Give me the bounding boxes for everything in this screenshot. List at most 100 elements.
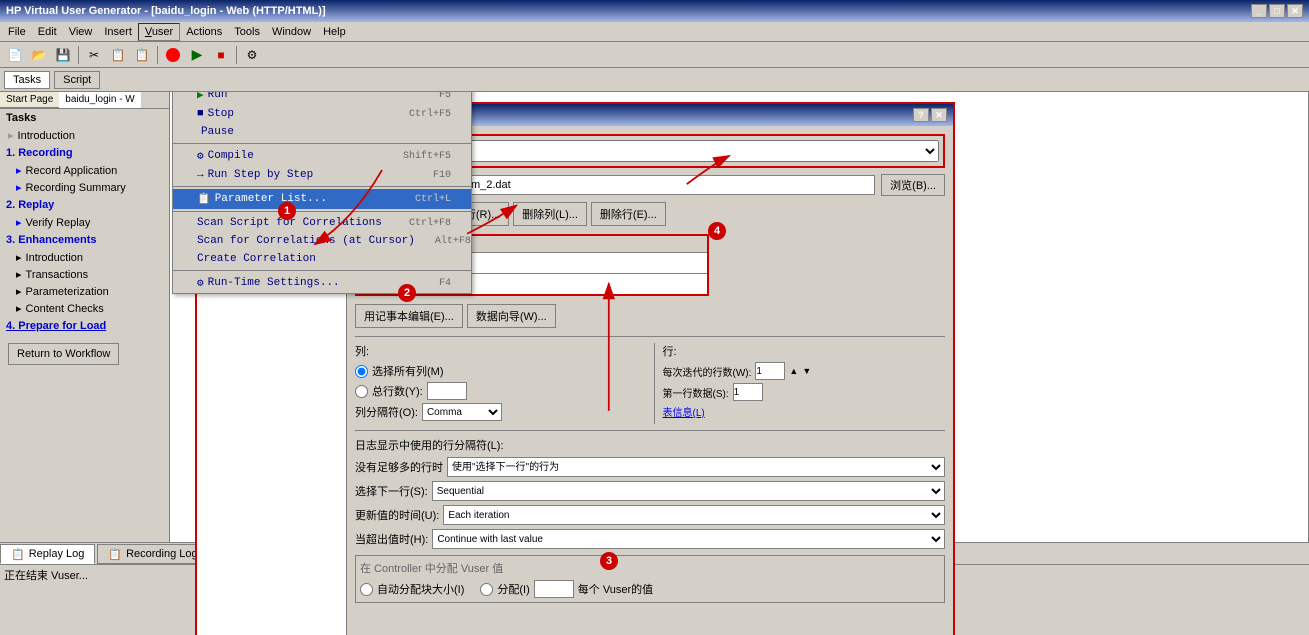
tree-intro-top[interactable]: ▸ Introduction (0, 127, 169, 144)
data-wizard-btn[interactable]: 数据向导(W)... (467, 304, 556, 328)
run-label: Run (208, 92, 228, 101)
tb-settings[interactable]: ⚙ (241, 44, 263, 66)
param-type-select[interactable]: Table (429, 140, 939, 162)
tb-open[interactable]: 📂 (28, 44, 50, 66)
separator-select[interactable]: Comma (422, 403, 502, 421)
close-btn[interactable]: ✕ (1287, 4, 1303, 18)
section-replay[interactable]: 2. Replay (0, 196, 169, 214)
first-row-input[interactable] (733, 383, 763, 401)
rows-per-iter-input[interactable] (755, 362, 785, 380)
return-workflow-btn[interactable]: Return to Workflow (8, 343, 119, 365)
menu-create-corr[interactable]: Create Correlation (173, 250, 471, 268)
right-options: 行: 每次迭代的行数(W): ▲ ▼ 第一行数据(S): (654, 343, 946, 424)
menu-actions[interactable]: Actions (180, 24, 228, 40)
dialog-help-btn[interactable]: ? (913, 108, 929, 122)
insufficient-select[interactable]: 使用"选择下一行"的行为 (447, 457, 945, 477)
script-tab-btn[interactable]: Script (54, 71, 100, 89)
parameterization-item[interactable]: ▸ Parameterization (0, 283, 169, 300)
del-row-btn[interactable]: 删除行(E)... (591, 202, 666, 226)
record-app-item[interactable]: ▸ Record Application (0, 162, 169, 179)
file-path-input[interactable] (423, 175, 875, 195)
menu-insert[interactable]: Insert (98, 24, 138, 40)
replay-log-icon: 📋 (11, 548, 25, 561)
runtime-label: Run-Time Settings... (208, 277, 340, 289)
tb-run[interactable]: ▶ (186, 44, 208, 66)
total-rows-radio[interactable] (355, 385, 368, 398)
replay-log-tab[interactable]: 📋 Replay Log (0, 544, 95, 564)
menu-help[interactable]: Help (317, 24, 352, 40)
enh-intro-item[interactable]: ▸ Introduction (0, 249, 169, 266)
trans-arrow: ▸ (16, 268, 22, 281)
auto-alloc-radio[interactable] (360, 583, 373, 596)
start-page-tab[interactable]: Start Page (0, 92, 59, 108)
minimize-btn[interactable]: _ (1251, 4, 1267, 18)
run-icon: ▶ (197, 92, 204, 102)
browse-button[interactable]: 浏览(B)... (881, 174, 945, 196)
spin-up[interactable]: ▲ (789, 366, 798, 376)
tb-save[interactable]: 💾 (52, 44, 74, 66)
section-recording[interactable]: 1. Recording (0, 144, 169, 162)
alloc-radio[interactable] (480, 583, 493, 596)
intro-label-top: Introduction (18, 130, 75, 142)
exceed-select[interactable]: Continue with last value (432, 529, 945, 549)
recording-log-tab[interactable]: 📋 Recording Log (97, 544, 208, 564)
status-text: 正在结束 Vuser... (4, 567, 88, 583)
tb-paste[interactable]: 📋 (131, 44, 153, 66)
menu-run[interactable]: ▶ Run F5 (173, 92, 471, 105)
del-col-btn[interactable]: 删除列(L)... (513, 202, 587, 226)
dialog-close-btn-title[interactable]: ✕ (931, 108, 947, 122)
tb-stop[interactable]: ■ (210, 44, 232, 66)
log-sep-label: 日志显示中使用的行分隔符(L): (355, 437, 504, 453)
menu-compile[interactable]: ⚙ Compile Shift+F5 (173, 146, 471, 166)
tasks-label: Tasks (0, 109, 169, 127)
table-info-link[interactable]: 表信息(L) (663, 408, 705, 419)
menu-runtime[interactable]: ⚙ Run-Time Settings... F4 (173, 273, 471, 293)
menu-sep2 (173, 186, 471, 187)
menu-pause[interactable]: Pause (173, 123, 471, 141)
verify-replay-item[interactable]: ▸ Verify Replay (0, 214, 169, 231)
menu-window[interactable]: Window (266, 24, 317, 40)
section-load[interactable]: 4. Prepare for Load (0, 317, 169, 335)
spin-down[interactable]: ▼ (802, 366, 811, 376)
section-enhancements[interactable]: 3. Enhancements (0, 231, 169, 249)
menu-param-list[interactable]: 📋 Parameter List... Ctrl+L (173, 189, 471, 209)
recording-summary-item[interactable]: ▸ Recording Summary (0, 179, 169, 196)
next-row-select[interactable]: Sequential (432, 481, 945, 501)
total-rows-row: 总行数(Y): (355, 382, 638, 400)
alloc-input[interactable] (534, 580, 574, 598)
script-tabs: Start Page baidu_login - W (0, 92, 169, 109)
title-bar: HP Virtual User Generator - [baidu_login… (0, 0, 1309, 22)
edit-notepad-btn[interactable]: 用记事本编辑(E)... (355, 304, 463, 328)
select-all-radio[interactable] (355, 365, 368, 378)
left-panel: Start Page baidu_login - W Tasks ▸ Intro… (0, 92, 170, 542)
menu-view[interactable]: View (63, 24, 99, 40)
menu-run-step[interactable]: → Run Step by Step F10 (173, 166, 471, 184)
replay-log-label: Replay Log (29, 548, 85, 560)
tb-cut[interactable]: ✂ (83, 44, 105, 66)
content-checks-item[interactable]: ▸ Content Checks (0, 300, 169, 317)
menu-tools[interactable]: Tools (228, 24, 266, 40)
alloc-label: 分配(I) (497, 581, 529, 597)
badge-2: 2 (398, 284, 416, 302)
transactions-item[interactable]: ▸ Transactions (0, 266, 169, 283)
total-rows-input[interactable] (427, 382, 467, 400)
menu-file[interactable]: File (2, 24, 32, 40)
tb-new[interactable]: 📄 (4, 44, 26, 66)
update-select[interactable]: Each iteration (443, 505, 945, 525)
compile-label: Compile (208, 150, 254, 162)
tasks-tab[interactable]: Tasks (4, 71, 50, 89)
script-name-tab[interactable]: baidu_login - W (59, 92, 140, 108)
menu-vuser[interactable]: Vuser (138, 23, 180, 41)
menu-scan-script[interactable]: Scan Script for Correlations Ctrl+F8 (173, 214, 471, 232)
tb-copy[interactable]: 📋 (107, 44, 129, 66)
menu-scan-cursor[interactable]: Scan for Correlations (at Cursor) Alt+F8 (173, 232, 471, 250)
menu-stop[interactable]: ■ Stop Ctrl+F5 (173, 105, 471, 123)
maximize-btn[interactable]: □ (1269, 4, 1285, 18)
alloc-row: 分配(I) 每个 Vuser的值 (480, 580, 653, 598)
runtime-shortcut: F4 (439, 278, 451, 289)
menu-edit[interactable]: Edit (32, 24, 63, 40)
tb-record[interactable] (162, 44, 184, 66)
insufficient-label: 没有足够多的行时 (355, 459, 443, 475)
verify-replay-label: Verify Replay (26, 217, 91, 229)
param-list-shortcut: Ctrl+L (415, 194, 451, 205)
